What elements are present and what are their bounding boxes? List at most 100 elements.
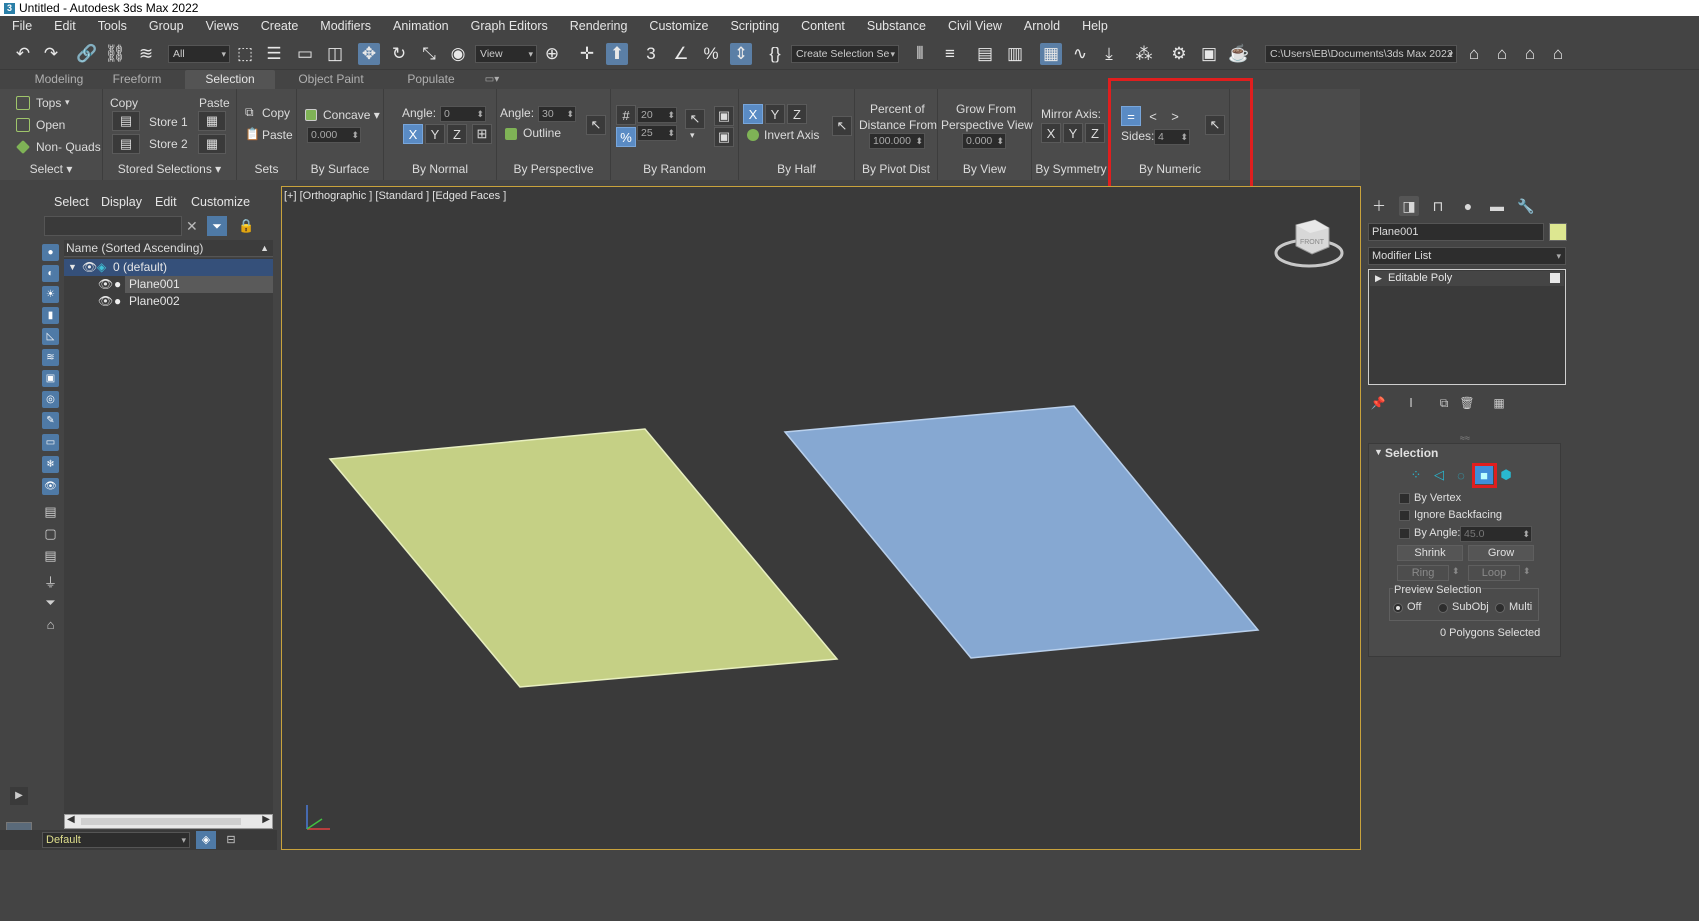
rotate-icon[interactable]: ↻ bbox=[388, 43, 410, 65]
bind-spacewarp-icon[interactable]: ≋ bbox=[135, 43, 157, 65]
half-select-cursor-icon[interactable]: ↖ bbox=[832, 116, 852, 136]
project-folder-icon[interactable]: ⌂ bbox=[1463, 43, 1485, 65]
random-count-icon[interactable]: # bbox=[616, 105, 636, 125]
collapse-arrow-icon[interactable]: ▼ bbox=[68, 259, 77, 276]
group-label-stored-selections[interactable]: Stored Selections ▾ bbox=[103, 160, 236, 178]
explorer-menu-select[interactable]: Select bbox=[54, 195, 89, 209]
menu-edit[interactable]: Edit bbox=[54, 19, 76, 33]
by-vertex-checkbox[interactable] bbox=[1399, 493, 1410, 504]
menu-rendering[interactable]: Rendering bbox=[570, 19, 628, 33]
shrink-button[interactable]: Shrink bbox=[1397, 545, 1463, 561]
viewport-orthographic[interactable]: FRONT bbox=[281, 186, 1361, 850]
vertex-mode-icon[interactable]: ⁘ bbox=[1407, 466, 1425, 484]
plane001-mesh[interactable] bbox=[328, 428, 839, 688]
non-quads-button[interactable]: Non- Quads bbox=[36, 140, 101, 154]
active-layer-dropdown[interactable]: Default ▾ bbox=[42, 832, 190, 848]
normal-grid-icon[interactable]: ⊞ bbox=[472, 124, 492, 144]
random-percent-spinner[interactable]: 25 bbox=[637, 125, 677, 141]
explorer-menu-edit[interactable]: Edit bbox=[155, 195, 177, 209]
half-y-button[interactable]: Y bbox=[765, 104, 785, 124]
loop-button[interactable]: Loop bbox=[1468, 565, 1520, 581]
menu-group[interactable]: Group bbox=[149, 19, 184, 33]
random-subtract-icon[interactable]: ▣ bbox=[714, 127, 734, 147]
display-cameras-icon[interactable]: ▮ bbox=[42, 307, 59, 324]
tree-row-plane001[interactable]: 👁 ● Plane001 bbox=[64, 276, 273, 293]
view-grow-spinner[interactable]: 0.000 bbox=[962, 133, 1006, 149]
filter-toggle-icon[interactable]: ⏷ bbox=[207, 216, 227, 236]
named-selection-sets-dropdown[interactable]: Create Selection Se bbox=[791, 45, 899, 63]
viewport-label-menu[interactable]: [+] [Orthographic ] [Standard ] [Edged F… bbox=[284, 190, 506, 202]
lock-toggle-icon[interactable]: ⌂ bbox=[42, 616, 59, 633]
menu-modifiers[interactable]: Modifiers bbox=[320, 19, 371, 33]
percent-snap-icon[interactable]: % bbox=[700, 43, 722, 65]
by-angle-checkbox[interactable] bbox=[1399, 528, 1410, 539]
workspace-icon-1[interactable]: ⌂ bbox=[1491, 43, 1513, 65]
half-z-button[interactable]: Z bbox=[787, 104, 807, 124]
display-geometry-icon[interactable]: ● bbox=[42, 244, 59, 261]
utilities-tab-icon[interactable]: 🔧 bbox=[1516, 196, 1536, 216]
edit-named-sets-icon[interactable]: {} bbox=[764, 43, 786, 65]
open-button[interactable]: Open bbox=[36, 118, 65, 132]
visibility-eye-icon[interactable]: 👁 bbox=[82, 259, 97, 276]
tree-row-layer-default[interactable]: ▼ 👁 ◈ 0 (default) bbox=[64, 259, 273, 276]
tab-object-paint[interactable]: Object Paint bbox=[285, 70, 377, 89]
perspective-angle-spinner[interactable]: 30 bbox=[538, 106, 576, 122]
random-select-cursor-icon[interactable]: ↖ bbox=[685, 109, 705, 129]
ribbon-options-icon[interactable]: ▭▾ bbox=[480, 70, 504, 89]
explorer-menu-display[interactable]: Display bbox=[101, 195, 142, 209]
store1-paste-button[interactable]: ▦ bbox=[198, 111, 226, 131]
create-tab-icon[interactable]: ＋ bbox=[1369, 196, 1389, 216]
rendered-frame-icon[interactable]: ▣ bbox=[1198, 43, 1220, 65]
menu-graph-editors[interactable]: Graph Editors bbox=[471, 19, 548, 33]
display-spacewarps-icon[interactable]: ≋ bbox=[42, 349, 59, 366]
loop-spinner-icon[interactable]: ⬍ bbox=[1523, 566, 1531, 577]
scene-explorer-icon[interactable]: ▤ bbox=[974, 43, 996, 65]
window-crossing-icon[interactable]: ◫ bbox=[324, 43, 346, 65]
make-unique-icon[interactable]: ⧉ bbox=[1436, 395, 1452, 411]
align-icon[interactable]: ≡ bbox=[939, 43, 961, 65]
display-containers-icon[interactable]: ▭ bbox=[42, 434, 59, 451]
workspace-icon-2[interactable]: ⌂ bbox=[1519, 43, 1541, 65]
angle-snap-icon[interactable]: ∠ bbox=[670, 43, 692, 65]
reference-coord-dropdown[interactable]: View bbox=[475, 45, 537, 63]
concave-dropdown[interactable]: Concave ▾ bbox=[323, 108, 380, 122]
render-production-icon[interactable]: ☕ bbox=[1228, 43, 1250, 65]
store1-copy-button[interactable]: ▤ bbox=[112, 111, 140, 131]
ribbon-toggle-icon[interactable]: ▦ bbox=[1040, 43, 1062, 65]
redo-icon[interactable]: ↷ bbox=[40, 43, 62, 65]
workspace-icon-3[interactable]: ⌂ bbox=[1547, 43, 1569, 65]
preview-subobj-radio[interactable] bbox=[1438, 603, 1448, 613]
display-shapes-icon[interactable]: ◐ bbox=[42, 265, 59, 282]
surface-value-spinner[interactable]: 0.000 bbox=[307, 127, 361, 143]
clear-search-icon[interactable]: ✕ bbox=[186, 218, 198, 235]
lock-icon[interactable]: 🔒 bbox=[238, 218, 254, 234]
half-x-button[interactable]: X bbox=[743, 104, 763, 124]
keyboard-shortcut-icon[interactable]: ⬆ bbox=[606, 43, 628, 65]
hierarchy-icon[interactable]: ⊟ bbox=[221, 831, 241, 849]
explorer-menu-customize[interactable]: Customize bbox=[191, 195, 250, 209]
edge-mode-icon[interactable]: ◁ bbox=[1430, 466, 1448, 484]
menu-content[interactable]: Content bbox=[801, 19, 845, 33]
element-mode-icon[interactable]: ⬢ bbox=[1497, 466, 1515, 484]
group-label-select[interactable]: Select ▾ bbox=[0, 160, 102, 178]
display-helpers-icon[interactable]: ◺ bbox=[42, 328, 59, 345]
ring-button[interactable]: Ring bbox=[1397, 565, 1449, 581]
tab-modeling[interactable]: Modeling bbox=[20, 70, 98, 89]
display-lights-icon[interactable]: ☀ bbox=[42, 286, 59, 303]
perspective-select-cursor-icon[interactable]: ↖ bbox=[586, 115, 606, 135]
visibility-eye-icon[interactable]: 👁 bbox=[98, 293, 113, 310]
grow-button[interactable]: Grow bbox=[1468, 545, 1534, 561]
display-none-icon[interactable]: ▢ bbox=[42, 525, 59, 542]
filter-icon[interactable]: ⏷ bbox=[42, 594, 59, 611]
select-manipulate-icon[interactable]: ✛ bbox=[576, 43, 598, 65]
symmetry-x-button[interactable]: X bbox=[1041, 123, 1061, 143]
select-by-name-icon[interactable]: ☰ bbox=[263, 43, 285, 65]
display-all-icon[interactable]: ▤ bbox=[42, 503, 59, 520]
preview-multi-radio[interactable] bbox=[1495, 603, 1505, 613]
display-frozen-icon[interactable]: ❄ bbox=[42, 456, 59, 473]
menu-views[interactable]: Views bbox=[206, 19, 239, 33]
tab-populate[interactable]: Populate bbox=[390, 70, 472, 89]
display-invert-icon[interactable]: ▤ bbox=[42, 547, 59, 564]
invert-axis-button[interactable]: Invert Axis bbox=[764, 128, 819, 142]
explorer-horizontal-scrollbar[interactable]: ◀ ▶ bbox=[64, 814, 273, 829]
